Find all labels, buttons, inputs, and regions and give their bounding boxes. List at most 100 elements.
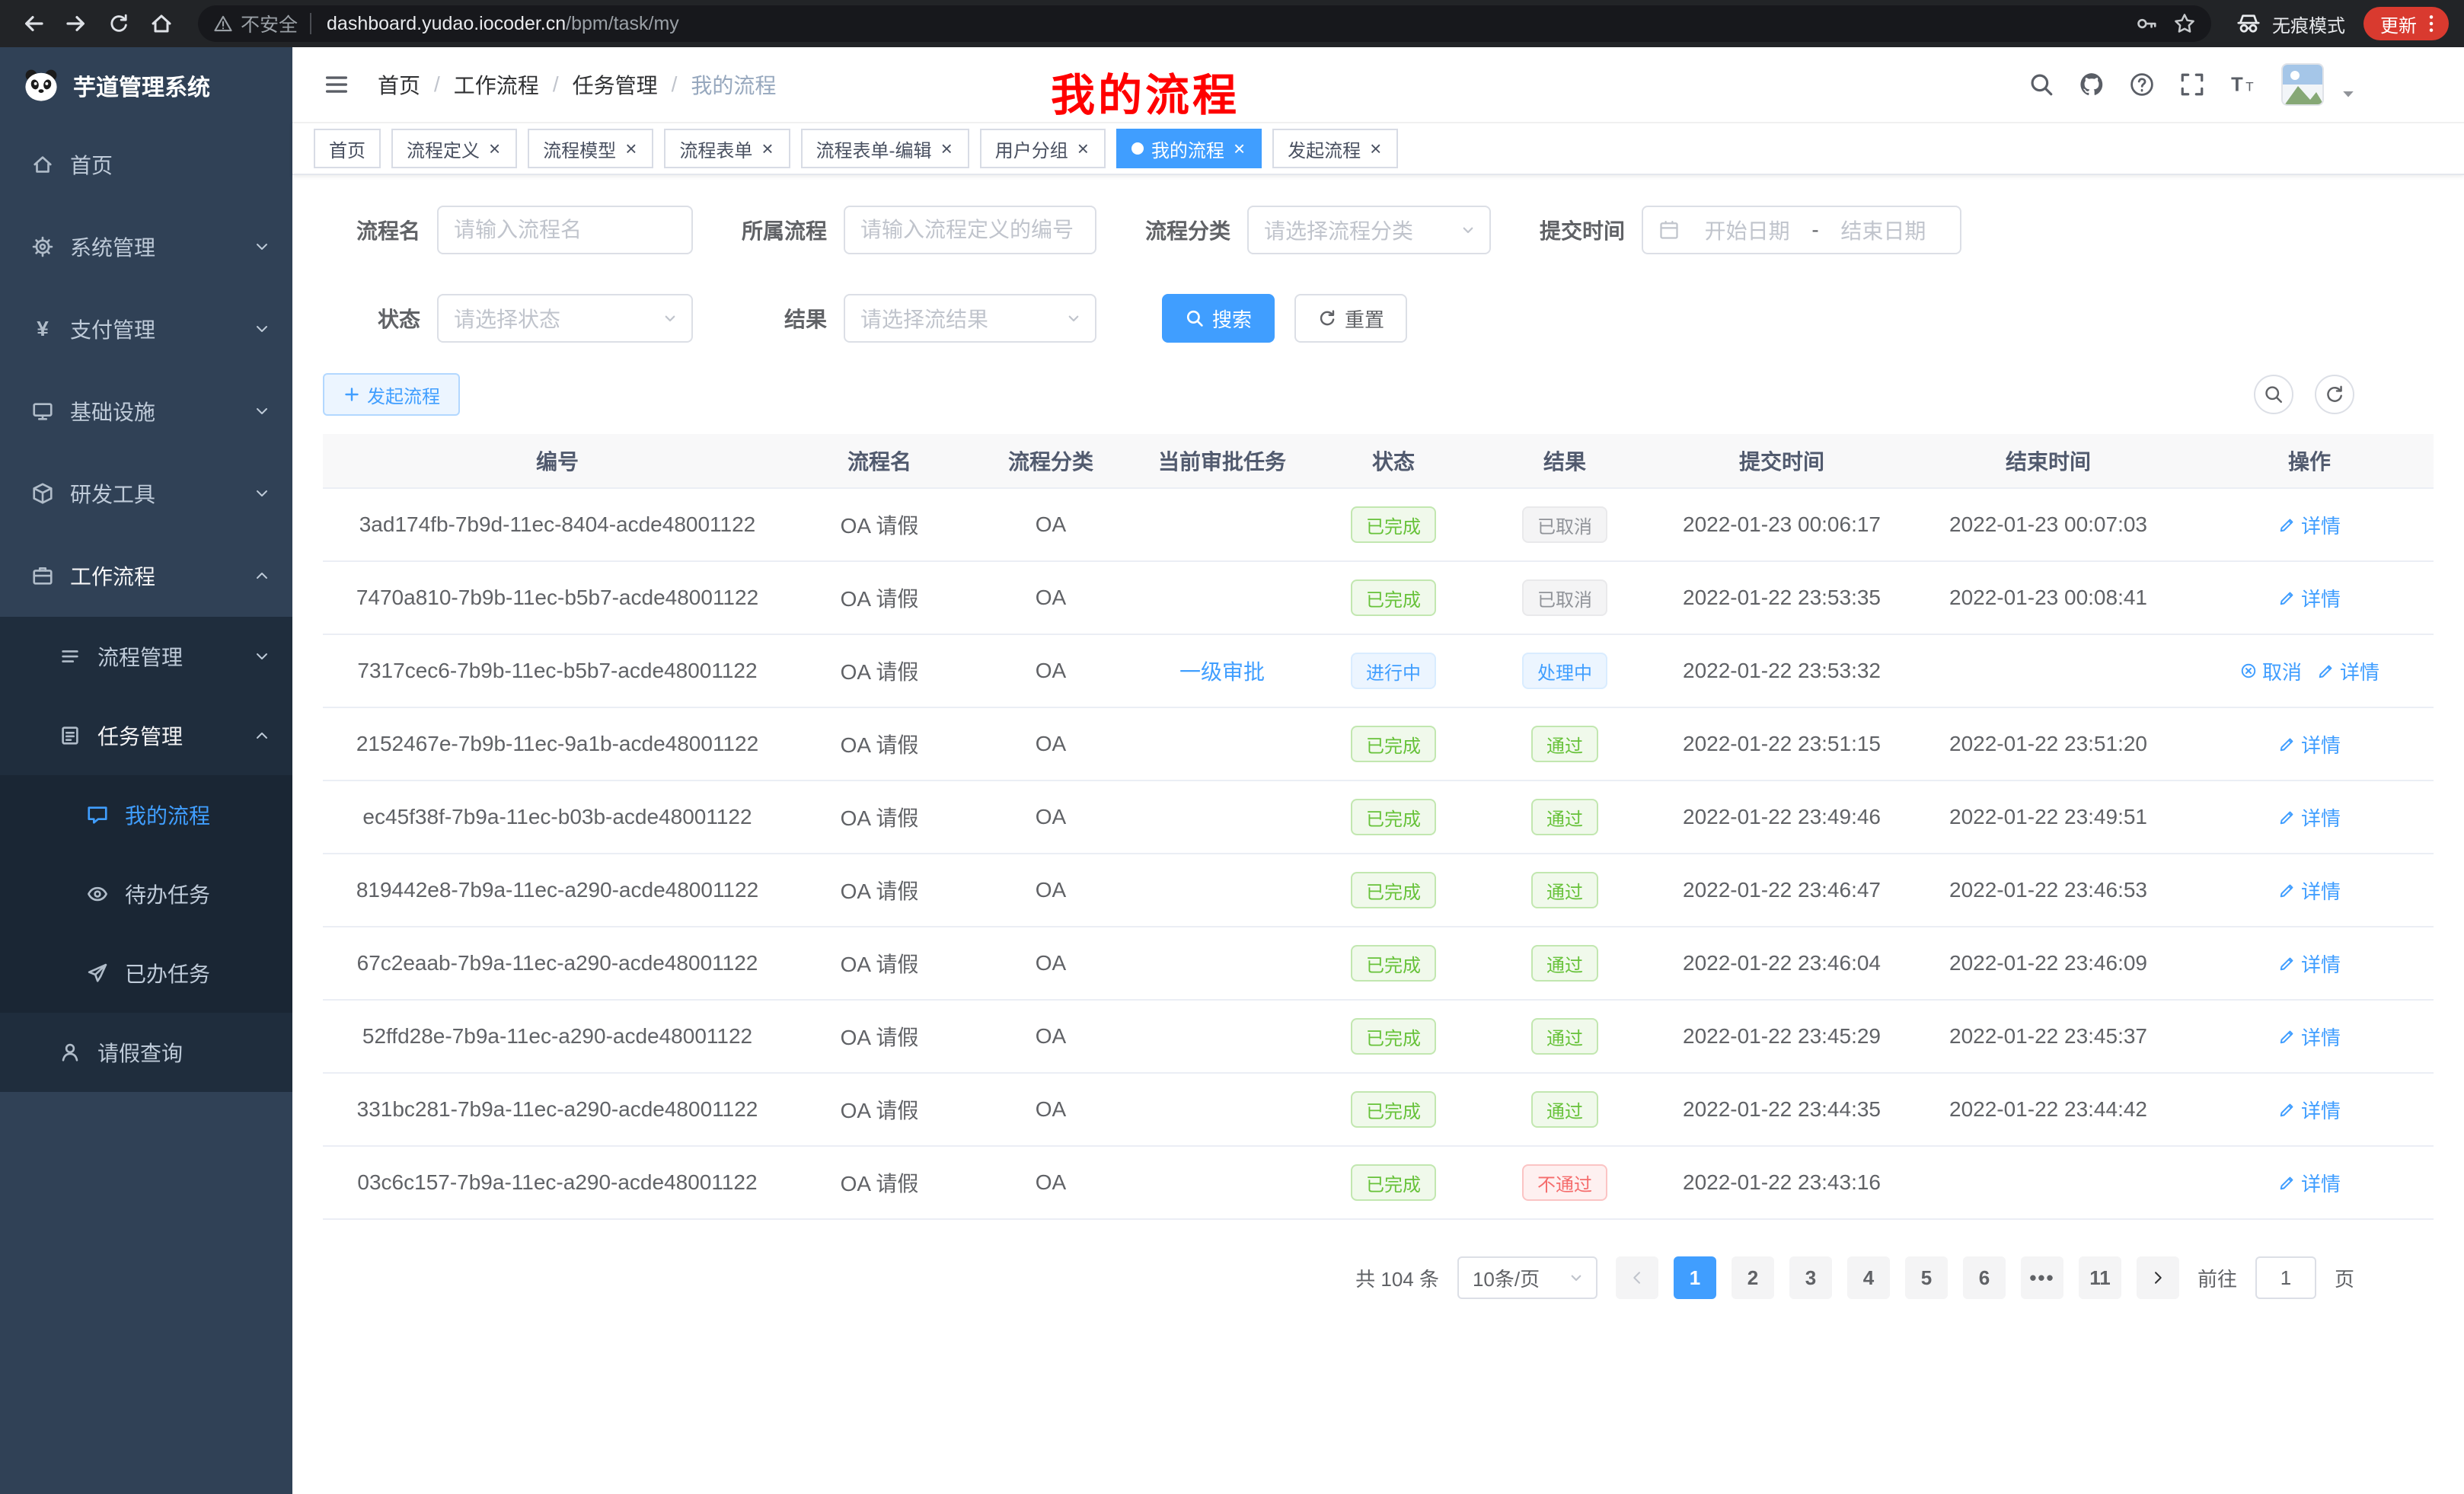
process-def-input[interactable]	[844, 206, 1096, 254]
browser-menu-icon[interactable]	[2420, 12, 2443, 35]
cancel-button[interactable]: 取消	[2239, 657, 2302, 685]
toggle-search-icon[interactable]	[2254, 375, 2293, 414]
search-icon[interactable]	[2028, 72, 2054, 97]
page-button-5[interactable]: 5	[1905, 1256, 1948, 1299]
cell-process-name: OA 请假	[792, 708, 967, 781]
result-badge: 通过	[1531, 726, 1598, 762]
tab-start-process[interactable]: 发起流程×	[1272, 129, 1398, 168]
reset-button[interactable]: 重置	[1294, 294, 1407, 343]
detail-button[interactable]: 详情	[2278, 1096, 2341, 1124]
sidebar: 芋道管理系统 首页系统管理 ¥支付管理基础设施研发工具工作流程流程管理任务管理我的…	[0, 47, 292, 1494]
sidebar-item-done-task[interactable]: 已办任务	[0, 934, 292, 1013]
search-button[interactable]: 搜索	[1162, 294, 1275, 343]
category-select[interactable]: 请选择流程分类	[1247, 206, 1491, 254]
hamburger-icon[interactable]	[317, 65, 356, 104]
close-icon[interactable]: ×	[1076, 139, 1090, 158]
detail-button[interactable]: 详情	[2278, 1023, 2341, 1051]
close-icon[interactable]: ×	[624, 139, 638, 158]
github-icon[interactable]	[2079, 72, 2105, 97]
next-page-button[interactable]	[2137, 1256, 2179, 1299]
tab-process-form[interactable]: 流程表单×	[664, 129, 790, 168]
detail-button[interactable]: 详情	[2278, 803, 2341, 832]
app-logo[interactable]: 芋道管理系统	[0, 47, 292, 123]
browser-home-button[interactable]	[143, 5, 180, 42]
table-row: 52ffd28e-7b9a-11ec-a290-acde48001122OA 请…	[323, 1001, 2434, 1074]
tab-process-model[interactable]: 流程模型×	[528, 129, 653, 168]
chevron-down-icon	[253, 402, 271, 420]
refresh-table-icon[interactable]	[2315, 375, 2354, 414]
close-icon[interactable]: ×	[1368, 139, 1383, 158]
cell-id: 3ad174fb-7b9d-11ec-8404-acde48001122	[323, 489, 792, 562]
detail-button[interactable]: 详情	[2317, 657, 2379, 685]
sidebar-item-label: 我的流程	[125, 800, 210, 830]
help-icon[interactable]	[2129, 72, 2155, 97]
sidebar-item-home[interactable]: 首页	[0, 123, 292, 206]
browser-reload-button[interactable]	[101, 5, 137, 42]
detail-button[interactable]: 详情	[2278, 511, 2341, 539]
close-icon[interactable]: ×	[940, 139, 954, 158]
result-select[interactable]: 请选择流结果	[844, 294, 1096, 343]
font-size-icon[interactable]: TT	[2229, 72, 2257, 97]
sidebar-item-label: 流程管理	[97, 641, 183, 672]
detail-button[interactable]: 详情	[2278, 730, 2341, 758]
browser-update-button[interactable]: 更新	[2363, 7, 2449, 40]
page-button-1[interactable]: 1	[1674, 1256, 1716, 1299]
prev-page-button[interactable]	[1616, 1256, 1658, 1299]
submit-time-range-picker[interactable]: 开始日期 - 结束日期	[1642, 206, 1961, 254]
address-bar[interactable]: 不安全 dashboard.yudao.iocoder.cn/bpm/task/…	[198, 5, 2211, 42]
sidebar-item-my-process[interactable]: 我的流程	[0, 775, 292, 854]
sidebar-item-system-mgmt[interactable]: 系统管理	[0, 206, 292, 288]
detail-button[interactable]: 详情	[2278, 950, 2341, 978]
tab-process-definition[interactable]: 流程定义×	[391, 129, 517, 168]
cell-status: 已完成	[1310, 1147, 1477, 1220]
close-icon[interactable]: ×	[760, 139, 774, 158]
my-process-icon	[85, 803, 110, 826]
status-select[interactable]: 请选择状态	[437, 294, 693, 343]
breadcrumb-item[interactable]: 任务管理	[573, 69, 658, 100]
breadcrumb-item[interactable]: 工作流程	[454, 69, 539, 100]
browser-forward-button[interactable]	[58, 5, 94, 42]
pagination-more[interactable]: •••	[2021, 1256, 2063, 1299]
page-button-4[interactable]: 4	[1847, 1256, 1890, 1299]
process-name-input[interactable]	[437, 206, 693, 254]
goto-page-input[interactable]	[2255, 1256, 2316, 1299]
avatar[interactable]	[2281, 63, 2324, 106]
create-process-button[interactable]: 发起流程	[323, 373, 460, 416]
tab-home[interactable]: 首页	[314, 129, 381, 168]
caret-down-icon[interactable]	[2339, 85, 2357, 103]
result-badge: 已取消	[1522, 579, 1607, 616]
sidebar-item-process-mgmt[interactable]: 流程管理	[0, 617, 292, 696]
sidebar-item-workflow[interactable]: 工作流程	[0, 535, 292, 617]
cell-category: OA	[967, 708, 1135, 781]
bookmark-star-icon[interactable]	[2173, 12, 2196, 35]
breadcrumb-item[interactable]: 首页	[378, 69, 420, 100]
current-task-link[interactable]: 一级审批	[1179, 656, 1265, 686]
tab-process-form-edit[interactable]: 流程表单-编辑×	[801, 129, 969, 168]
close-icon[interactable]: ×	[1232, 139, 1246, 158]
close-icon[interactable]: ×	[487, 139, 502, 158]
sidebar-item-task-mgmt[interactable]: 任务管理	[0, 696, 292, 775]
tab-user-group[interactable]: 用户分组×	[980, 129, 1106, 168]
cell-result: 通过	[1477, 927, 1652, 1001]
chevron-up-icon	[253, 726, 271, 745]
page-button-3[interactable]: 3	[1789, 1256, 1832, 1299]
detail-button[interactable]: 详情	[2278, 876, 2341, 905]
sidebar-item-label: 系统管理	[70, 231, 155, 262]
detail-button[interactable]: 详情	[2278, 1169, 2341, 1197]
detail-button[interactable]: 详情	[2278, 584, 2341, 612]
chevron-down-icon	[661, 309, 679, 327]
page-size-select[interactable]: 10条/页	[1457, 1256, 1597, 1299]
tab-my-process[interactable]: 我的流程×	[1116, 129, 1262, 168]
fullscreen-icon[interactable]	[2179, 72, 2205, 97]
sidebar-item-leave-query[interactable]: 请假查询	[0, 1013, 292, 1092]
page-button-6[interactable]: 6	[1963, 1256, 2006, 1299]
page-button-2[interactable]: 2	[1732, 1256, 1774, 1299]
sidebar-item-todo-task[interactable]: 待办任务	[0, 854, 292, 934]
page-button-11[interactable]: 11	[2079, 1256, 2121, 1299]
home-icon	[30, 153, 55, 176]
password-key-icon[interactable]	[2135, 12, 2158, 35]
sidebar-item-payment-mgmt[interactable]: ¥支付管理	[0, 288, 292, 370]
browser-back-button[interactable]	[15, 5, 52, 42]
sidebar-item-dev-tools[interactable]: 研发工具	[0, 452, 292, 535]
sidebar-item-infrastructure[interactable]: 基础设施	[0, 370, 292, 452]
